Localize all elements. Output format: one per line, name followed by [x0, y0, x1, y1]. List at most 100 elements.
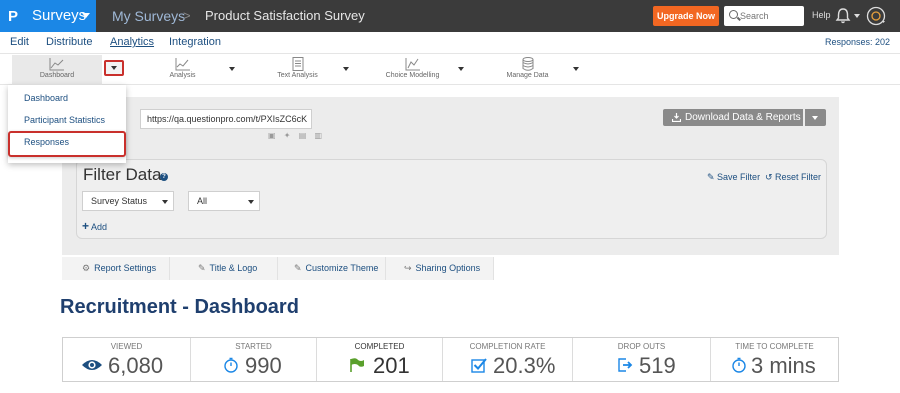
- gears-icon: ⚙: [82, 263, 91, 273]
- choice-chart-icon: [405, 58, 420, 71]
- search-box[interactable]: [724, 6, 804, 26]
- stat-value: 20.3%: [493, 353, 556, 378]
- app-switcher[interactable]: P Surveys: [0, 0, 96, 32]
- download-options-button[interactable]: [805, 109, 826, 126]
- download-data-button[interactable]: Download Data & Reports: [663, 109, 803, 126]
- toolbar-label: Choice Modelling: [385, 72, 440, 79]
- stat-value: 6,080: [108, 353, 164, 378]
- add-label: Add: [91, 222, 108, 232]
- save-filter-label: Save Filter: [717, 172, 761, 182]
- search-input[interactable]: [740, 9, 800, 23]
- reset-filter-label: Reset Filter: [775, 172, 822, 182]
- stats-bar: VIEWED 6,080 STARTED 990 COMPLETED 201 C…: [62, 337, 839, 382]
- chevron-down-icon: [812, 116, 818, 120]
- chevron-down-icon[interactable]: [573, 67, 579, 71]
- stat-completed: COMPLETED 201: [317, 338, 443, 381]
- add-filter-button[interactable]: + Add: [82, 219, 107, 233]
- tab-label: Report Settings: [94, 263, 157, 273]
- save-filter-link[interactable]: ✎ Save Filter: [707, 172, 760, 183]
- chevron-down-icon[interactable]: [229, 67, 235, 71]
- pencil-icon: ✎: [198, 263, 206, 273]
- weblink-url-field[interactable]: https://qa.questionpro.com/t/PXIsZC6cK: [140, 109, 312, 129]
- app-name: Surveys: [32, 7, 87, 24]
- stat-drop-outs: DROP OUTS 519: [573, 338, 711, 381]
- stopwatch-icon: [224, 357, 238, 373]
- eye-icon: [82, 360, 102, 370]
- download-label: Download Data & Reports: [685, 112, 801, 123]
- stat-label: DROP OUTS: [617, 342, 666, 351]
- tab-label: Title & Logo: [209, 263, 258, 273]
- stat-label: COMPLETED: [354, 342, 405, 351]
- select-value: Survey Status: [91, 196, 148, 206]
- stat-label: COMPLETION RATE: [469, 342, 546, 351]
- status-value-select[interactable]: All: [188, 191, 260, 211]
- pencil-icon: ✎: [294, 263, 302, 273]
- exit-icon: [618, 358, 633, 372]
- flag-icon: [350, 358, 364, 372]
- select-value: All: [197, 196, 208, 206]
- secondary-nav: Edit Distribute Analytics Integration Re…: [0, 32, 900, 54]
- stat-time-to-complete: TIME TO COMPLETE 3 mins: [711, 338, 838, 381]
- survey-status-select[interactable]: Survey Status: [82, 191, 174, 211]
- tab-label: Customize Theme: [305, 263, 379, 273]
- toolbar-choice-modelling[interactable]: Choice Modelling: [370, 55, 455, 85]
- line-chart-icon: [49, 58, 64, 71]
- stat-started: STARTED 990: [191, 338, 317, 381]
- help-link[interactable]: Help: [812, 10, 831, 20]
- chevron-down-icon: [162, 200, 168, 204]
- analytics-toolbar: Dashboard Analysis Text Analysis Choice …: [0, 55, 900, 85]
- stat-value: 990: [245, 353, 282, 378]
- stat-value: 201: [373, 353, 410, 378]
- stat-value: 3 mins: [751, 353, 816, 378]
- toolbar-analysis[interactable]: Analysis: [140, 55, 225, 85]
- toolbar-dashboard[interactable]: Dashboard: [12, 55, 102, 85]
- breadcrumb-survey-name: Product Satisfaction Survey: [205, 8, 365, 23]
- stat-label: STARTED: [235, 342, 272, 351]
- nav-integration[interactable]: Integration: [169, 36, 221, 48]
- toolbar-label: Manage Data: [506, 72, 549, 79]
- share-icon: ↪: [404, 263, 412, 273]
- dashboard-title: Recruitment - Dashboard: [60, 296, 299, 318]
- tab-report-settings[interactable]: ⚙ Report Settings: [62, 257, 170, 280]
- top-bar: P Surveys My Surveys > Product Satisfact…: [0, 0, 900, 32]
- chevron-down-icon: [111, 66, 117, 70]
- toolbar-text-analysis[interactable]: Text Analysis: [255, 55, 340, 85]
- chevron-down-icon[interactable]: [343, 67, 349, 71]
- chevron-down-icon: [82, 13, 90, 18]
- bell-icon[interactable]: [835, 7, 851, 25]
- dashboard-dropdown-button[interactable]: [104, 60, 124, 76]
- stat-completion-rate: COMPLETION RATE 20.3%: [443, 338, 573, 381]
- responses-highlight: [8, 131, 126, 157]
- upgrade-button[interactable]: Upgrade Now: [653, 6, 719, 26]
- social-share-icons[interactable]: ▣ ✦ ▤ ▥: [268, 131, 325, 140]
- breadcrumb-my-surveys[interactable]: My Surveys: [112, 8, 185, 24]
- search-icon: [729, 10, 738, 19]
- nav-edit[interactable]: Edit: [10, 36, 29, 48]
- chevron-down-icon: [248, 200, 254, 204]
- analysis-chart-icon: [175, 58, 190, 71]
- text-document-icon: [292, 57, 303, 71]
- menu-item-dashboard[interactable]: Dashboard: [24, 93, 68, 103]
- toolbar-label: Analysis: [169, 72, 196, 79]
- stat-viewed: VIEWED 6,080: [63, 338, 191, 381]
- toolbar-manage-data[interactable]: Manage Data: [485, 55, 570, 85]
- tab-sharing-options[interactable]: ↪ Sharing Options: [386, 257, 494, 280]
- menu-item-participant-statistics[interactable]: Participant Statistics: [24, 115, 105, 125]
- chevron-down-icon[interactable]: [458, 67, 464, 71]
- user-avatar-icon[interactable]: [866, 6, 886, 26]
- stopwatch-icon: [732, 357, 746, 373]
- toolbar-label: Text Analysis: [277, 72, 318, 79]
- database-icon: [522, 57, 533, 71]
- stat-label: VIEWED: [110, 342, 143, 351]
- help-icon[interactable]: ?: [160, 173, 168, 181]
- stat-value: 519: [639, 353, 676, 378]
- breadcrumb-separator: >: [183, 8, 191, 23]
- nav-distribute[interactable]: Distribute: [46, 36, 92, 48]
- tab-customize-theme[interactable]: ✎ Customize Theme: [278, 257, 386, 280]
- tab-label: Sharing Options: [415, 263, 481, 273]
- reset-filter-link[interactable]: ↺ Reset Filter: [765, 172, 821, 183]
- nav-analytics[interactable]: Analytics: [110, 36, 154, 48]
- filter-title: Filter Data: [83, 165, 162, 184]
- plus-icon: +: [82, 219, 90, 233]
- tab-title-logo[interactable]: ✎ Title & Logo: [170, 257, 278, 280]
